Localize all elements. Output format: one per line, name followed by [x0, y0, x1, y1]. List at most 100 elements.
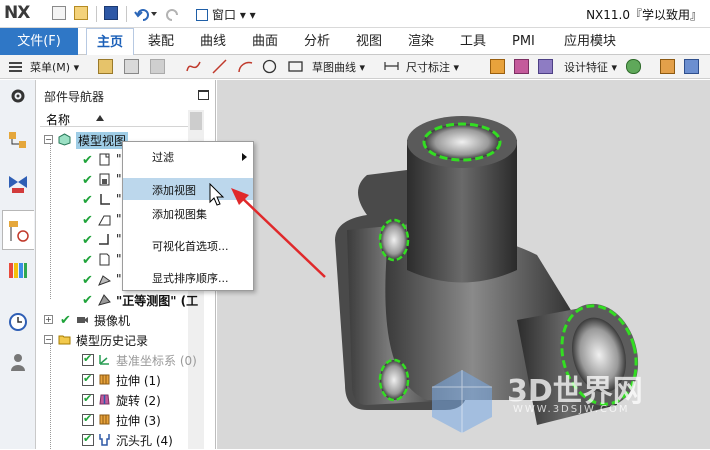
checkmark-icon: ✔: [82, 273, 93, 288]
view-top-icon: [99, 153, 110, 166]
view-label: ": [116, 152, 122, 166]
tree-node-feature[interactable]: 旋转 (2): [40, 390, 190, 410]
view-right-icon: [100, 194, 110, 205]
tab-analysis[interactable]: 分析: [304, 28, 330, 55]
model-views-label: 模型视图: [76, 132, 129, 149]
constraint-navigator-icon[interactable]: [8, 174, 28, 194]
view-isometric-icon: [98, 294, 111, 306]
feature-label: 旋转 (2): [116, 394, 161, 408]
tab-render[interactable]: 渲染: [408, 28, 434, 55]
sort-ascending-icon: [96, 115, 104, 121]
view-label: ": [116, 212, 122, 226]
revolve-icon[interactable]: [514, 59, 529, 74]
collapse-toggle[interactable]: −: [44, 135, 53, 144]
separator: [96, 6, 97, 22]
watermark-logo-icon: [432, 370, 492, 433]
menu-item-label: 显式排序顺序...: [152, 272, 229, 285]
rectangle-icon[interactable]: [288, 59, 303, 74]
design-feature-dropdown[interactable]: 设计特征 ▾: [564, 59, 617, 75]
view-label: ": [116, 192, 122, 206]
tab-assembly[interactable]: 装配: [148, 28, 174, 55]
view-left-icon: [99, 253, 110, 266]
checkmark-icon: ✔: [82, 253, 93, 268]
scrollbar-thumb[interactable]: [190, 112, 202, 130]
visibility-checkbox[interactable]: [82, 372, 94, 386]
history-clock-icon[interactable]: [8, 312, 28, 332]
mouse-cursor-icon: [209, 183, 225, 206]
view-back-icon: [98, 215, 111, 226]
tab-curve[interactable]: 曲线: [200, 28, 226, 55]
tab-pmi[interactable]: PMI: [512, 28, 535, 55]
menu-item-filter[interactable]: 过滤: [123, 145, 253, 167]
redo-icon[interactable]: [166, 6, 182, 22]
roles-icon[interactable]: [8, 352, 28, 372]
view-label: ": [116, 172, 122, 186]
unite-icon[interactable]: [626, 59, 641, 74]
expand-toggle[interactable]: +: [44, 315, 53, 324]
tree-node-feature[interactable]: 沉头孔 (4): [40, 430, 190, 450]
spline-icon[interactable]: [186, 59, 201, 74]
model-history-label: 模型历史记录: [76, 334, 149, 348]
cube-icon[interactable]: [150, 59, 165, 74]
tab-view[interactable]: 视图: [356, 28, 382, 55]
new-file-icon[interactable]: [52, 6, 66, 20]
line-icon[interactable]: [212, 59, 227, 74]
window-menu[interactable]: 窗口 ▾ ▾: [196, 6, 256, 23]
watermark-url: WWW.3DSJW.COM: [513, 404, 630, 415]
open-folder-icon[interactable]: [74, 6, 88, 20]
tree-node-feature[interactable]: 拉伸 (3): [40, 410, 190, 430]
checkmark-icon: ✔: [82, 153, 93, 168]
extrude-icon[interactable]: [490, 59, 505, 74]
checkmark-icon: ✔: [82, 233, 93, 248]
navigator-title: 部件导航器: [44, 90, 105, 104]
undo-icon[interactable]: [134, 6, 158, 22]
menu-button[interactable]: 菜单(M) ▾: [30, 59, 79, 75]
menu-item-label: 可视化首选项...: [152, 240, 229, 253]
part-navigator-tab[interactable]: [2, 210, 34, 250]
name-column-label: 名称: [46, 113, 71, 127]
view-label: ": [116, 232, 122, 246]
view-bottom-icon: [99, 234, 109, 245]
tree-node-feature[interactable]: 拉伸 (1): [40, 370, 190, 390]
name-column-header[interactable]: 名称: [40, 110, 190, 127]
save-icon[interactable]: [104, 6, 118, 20]
view-trimetric-icon: [98, 275, 111, 286]
gear-icon[interactable]: [8, 86, 28, 106]
visibility-checkbox[interactable]: [82, 432, 94, 446]
hole-icon[interactable]: [538, 59, 553, 74]
arc-icon[interactable]: [238, 59, 253, 74]
tree-node-isometric-view[interactable]: ✔ "正等测图" (工: [40, 290, 198, 310]
part-navigator-icon: [9, 221, 29, 242]
tab-surface[interactable]: 曲面: [252, 28, 278, 55]
tab-home[interactable]: 主页: [86, 28, 135, 55]
revolve-icon: [99, 394, 110, 405]
blend-icon[interactable]: [684, 59, 699, 74]
annotation-arrow-icon: [231, 188, 326, 278]
tree-node-model-history[interactable]: − 模型历史记录: [40, 330, 190, 350]
assembly-navigator-icon[interactable]: [8, 130, 28, 150]
tab-application[interactable]: 应用模块: [564, 28, 616, 55]
visibility-checkbox[interactable]: [82, 392, 94, 406]
collapse-toggle[interactable]: −: [44, 335, 53, 344]
tab-tools[interactable]: 工具: [460, 28, 486, 55]
snap-icon[interactable]: [124, 59, 139, 74]
file-tab[interactable]: 文件(F): [0, 28, 78, 55]
dimension-icon: [384, 62, 399, 70]
restore-icon[interactable]: [198, 90, 209, 100]
circle-icon[interactable]: [262, 59, 277, 74]
feature-label: 基准坐标系 (0): [116, 354, 197, 368]
selection-filter-icon[interactable]: [98, 59, 113, 74]
visibility-checkbox[interactable]: [82, 412, 94, 426]
sketch-curve-dropdown[interactable]: 草图曲线 ▾: [312, 59, 365, 75]
shell-icon[interactable]: [660, 59, 675, 74]
visibility-checkbox[interactable]: [82, 352, 94, 366]
checkmark-icon: ✔: [82, 293, 93, 308]
window-icon: [196, 9, 208, 21]
camera-label: 摄像机: [94, 314, 131, 328]
reuse-library-icon[interactable]: [8, 260, 28, 280]
checkmark-icon: ✔: [82, 173, 93, 188]
tree-node-feature[interactable]: 基准坐标系 (0): [40, 350, 197, 370]
dimension-dropdown[interactable]: 尺寸标注 ▾: [406, 59, 459, 75]
menu-label: 菜单(M): [30, 61, 71, 74]
tree-node-camera[interactable]: + ✔ 摄像机: [40, 310, 190, 330]
